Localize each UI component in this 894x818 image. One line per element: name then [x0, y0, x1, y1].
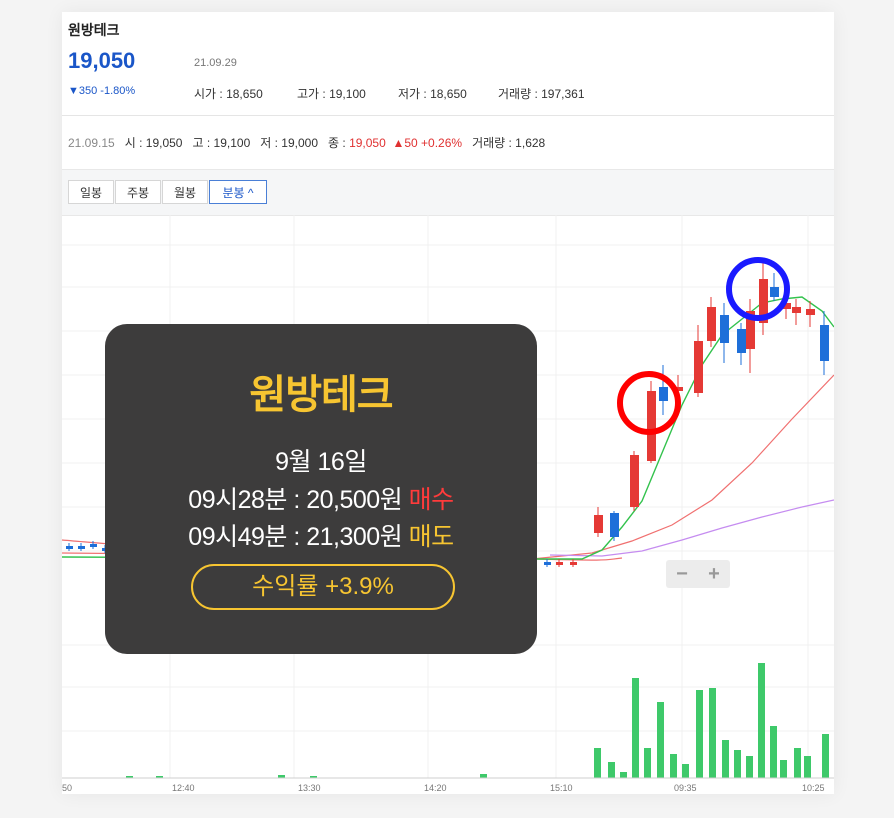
candle: [806, 309, 815, 315]
tab-weekly[interactable]: 주봉: [115, 180, 161, 204]
low-price: 저가 : 18,650: [398, 87, 467, 101]
candle: [792, 307, 801, 313]
volume-bar: [670, 754, 677, 778]
bar-close-label: 종 :: [328, 136, 350, 150]
bar-low: 저 : 19,000: [260, 136, 319, 150]
overlay-date: 9월 16일: [275, 448, 367, 476]
x-axis-label: 10:25: [802, 783, 825, 793]
current-price: 19,050: [68, 48, 136, 73]
bar-high: 고 : 19,100: [192, 136, 251, 150]
volume-bars: [126, 663, 829, 778]
x-axis-labels: 50 12:40 13:30 14:20 15:10 09:35 10:25: [62, 783, 825, 793]
price-change: ▼350 -1.80%: [68, 85, 136, 97]
buy-tag: 매수: [408, 486, 455, 514]
bar-date: 21.09.15: [68, 136, 115, 150]
candle: [659, 387, 668, 401]
volume-bar: [822, 734, 829, 778]
tab-daily[interactable]: 일봉: [68, 180, 114, 204]
volume-bar: [794, 748, 801, 778]
volume-bar: [780, 760, 787, 778]
overlay-title: 원방테크: [249, 373, 393, 417]
candle: [770, 287, 779, 297]
volume-bar: [594, 748, 601, 778]
zoom-controls: − +: [666, 560, 730, 588]
bar-change: ▲50 +0.26%: [392, 136, 463, 150]
candle: [694, 341, 703, 393]
buy-detail: 09시28분 : 20,500원: [188, 486, 403, 514]
candle: [544, 562, 551, 565]
candle: [66, 546, 73, 549]
candle: [647, 391, 656, 461]
candle: [820, 325, 829, 361]
open-price: 시가 : 18,650: [194, 87, 263, 101]
candle: [737, 329, 746, 353]
volume-bar: [657, 702, 664, 778]
period-tabs: 일봉 주봉 월봉 분봉 ^: [62, 169, 834, 216]
x-axis-label: 12:40: [172, 783, 195, 793]
tab-monthly[interactable]: 월봉: [162, 180, 208, 204]
volume-bar: [644, 748, 651, 778]
volume-bar: [770, 726, 777, 778]
volume-bar: [758, 663, 765, 778]
candle: [78, 546, 85, 549]
volume-bar: [746, 756, 753, 778]
overlay-buy: 09시28분 : 20,500원 매수: [105, 480, 537, 516]
bar-close: 19,050: [349, 136, 386, 150]
minute-bar-summary: 21.09.15 시 : 19,050 고 : 19,100 저 : 19,00…: [68, 134, 545, 151]
volume-bar: [722, 740, 729, 778]
candle: [594, 515, 603, 533]
candle: [556, 562, 563, 565]
stock-name: 원방테크: [68, 22, 120, 38]
volume-bar: [734, 750, 741, 778]
x-axis-label: 13:30: [298, 783, 321, 793]
x-axis-label: 09:35: [674, 783, 697, 793]
trade-summary-overlay: 원방테크 9월 16일 09시28분 : 20,500원 매수 09시49분 :…: [105, 324, 537, 654]
volume: 거래량 : 197,361: [498, 87, 585, 101]
x-axis-label: 50: [62, 783, 72, 793]
candle: [90, 544, 97, 547]
volume-bar: [480, 774, 487, 778]
overlay-sell: 09시49분 : 21,300원 매도: [105, 517, 537, 553]
x-axis-label: 15:10: [550, 783, 573, 793]
bar-volume: 거래량 : 1,628: [472, 136, 546, 150]
candle: [570, 562, 577, 565]
candle: [630, 455, 639, 507]
volume-bar: [682, 764, 689, 778]
volume-bar: [709, 688, 716, 778]
volume-bar: [608, 762, 615, 778]
ma60-line: [549, 499, 834, 557]
sell-detail: 09시49분 : 21,300원: [188, 523, 403, 551]
bar-open: 시 : 19,050: [124, 136, 183, 150]
x-axis-label: 14:20: [424, 783, 447, 793]
volume-bar: [696, 690, 703, 778]
divider: [62, 115, 834, 116]
candle: [707, 307, 716, 341]
sell-tag: 매도: [408, 523, 455, 551]
zoom-in-button[interactable]: +: [708, 563, 720, 586]
tab-minute[interactable]: 분봉 ^: [209, 180, 267, 204]
profit-badge: 수익률 +3.9%: [191, 564, 455, 610]
volume-bar: [620, 772, 627, 778]
volume-bar: [632, 678, 639, 778]
candle: [720, 315, 729, 343]
volume-bar: [804, 756, 811, 778]
zoom-out-button[interactable]: −: [676, 563, 688, 586]
quote-date: 21.09.29: [194, 57, 237, 69]
candle: [610, 513, 619, 537]
high-price: 고가 : 19,100: [297, 87, 366, 101]
